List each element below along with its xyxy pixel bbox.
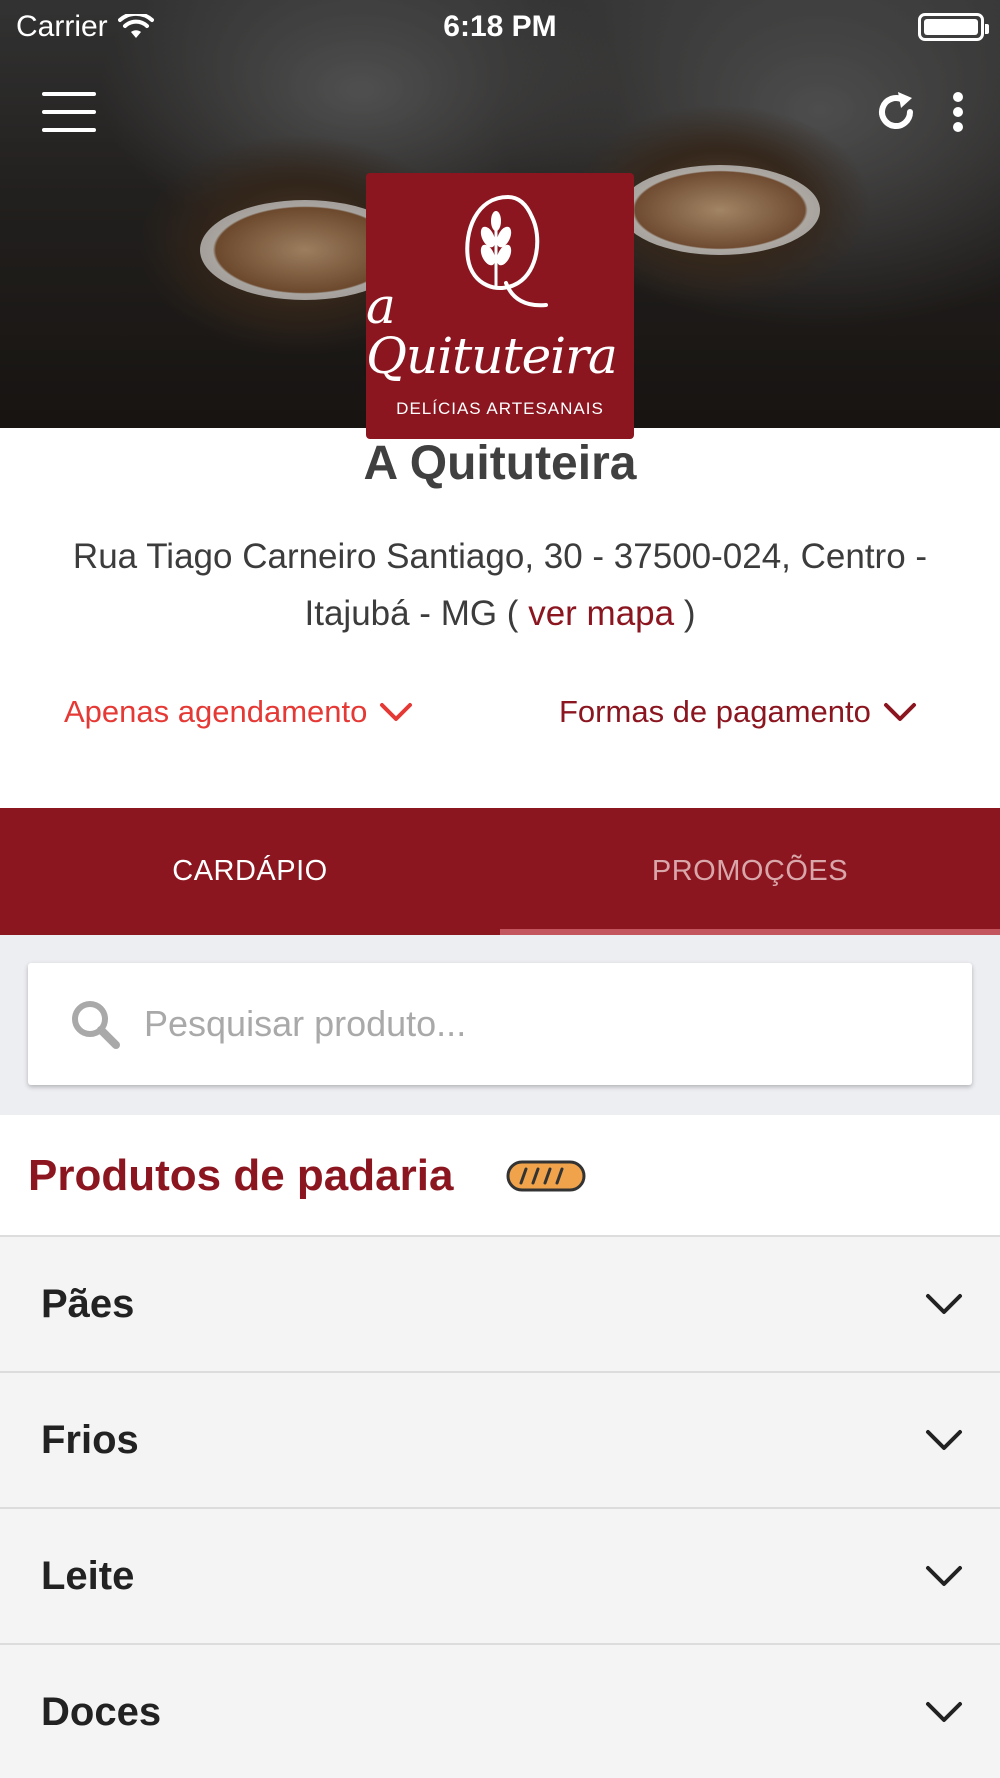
category-item-leite[interactable]: Leite bbox=[0, 1509, 1000, 1645]
more-vertical-icon[interactable] bbox=[948, 88, 968, 136]
carrier-label: Carrier bbox=[16, 10, 108, 43]
store-address: Rua Tiago Carneiro Santiago, 30 - 37500-… bbox=[20, 528, 980, 642]
address-text: Rua Tiago Carneiro Santiago, 30 - 37500-… bbox=[72, 537, 928, 633]
hamburger-menu-icon[interactable] bbox=[42, 92, 96, 132]
view-map-link[interactable]: ver mapa bbox=[528, 594, 674, 633]
chevron-down-icon bbox=[926, 1566, 962, 1586]
category-list: Pães Frios Leite Doces bbox=[0, 1237, 1000, 1778]
address-close: ) bbox=[683, 594, 696, 633]
wifi-icon bbox=[117, 14, 154, 38]
status-bar: Carrier 6:18 PM bbox=[0, 0, 1000, 54]
search-icon bbox=[72, 1001, 120, 1049]
chevron-down-icon bbox=[926, 1294, 962, 1314]
logo-tagline: DELÍCIAS ARTESANAIS bbox=[396, 399, 604, 418]
category-label: Frios bbox=[41, 1417, 139, 1462]
schedule-only-label: Apenas agendamento bbox=[64, 694, 368, 729]
store-logo: a Quituteira DELÍCIAS ARTESANAIS bbox=[366, 173, 634, 439]
category-item-paes[interactable]: Pães bbox=[0, 1237, 1000, 1373]
search-box bbox=[28, 963, 972, 1085]
chevron-down-icon bbox=[926, 1430, 962, 1450]
chevron-down-icon bbox=[926, 1702, 962, 1722]
category-label: Leite bbox=[41, 1553, 135, 1598]
search-input[interactable] bbox=[144, 1003, 924, 1045]
section-title: Produtos de padaria bbox=[28, 1151, 454, 1200]
store-name: A Quituteira bbox=[363, 437, 637, 490]
wheat-q-logo-icon bbox=[465, 194, 548, 308]
category-label: Doces bbox=[41, 1689, 162, 1734]
category-section-header: Produtos de padaria bbox=[0, 1115, 1000, 1237]
battery-icon bbox=[918, 13, 989, 41]
tab-bar: CARDÁPIO PROMOÇÕES bbox=[0, 808, 1000, 935]
refresh-icon[interactable] bbox=[872, 88, 920, 136]
chevron-down-icon bbox=[380, 703, 413, 721]
tab-promocoes[interactable]: PROMOÇÕES bbox=[500, 808, 1000, 935]
bread-icon bbox=[506, 1160, 586, 1192]
category-item-frios[interactable]: Frios bbox=[0, 1373, 1000, 1509]
payment-methods-label: Formas de pagamento bbox=[559, 694, 871, 729]
payment-methods-toggle[interactable]: Formas de pagamento bbox=[559, 694, 917, 730]
chevron-down-icon bbox=[883, 703, 916, 721]
search-area bbox=[0, 935, 1000, 1115]
schedule-only-toggle[interactable]: Apenas agendamento bbox=[64, 694, 413, 730]
category-item-doces[interactable]: Doces bbox=[0, 1645, 1000, 1778]
category-label: Pães bbox=[41, 1281, 135, 1326]
tab-cardapio[interactable]: CARDÁPIO bbox=[0, 808, 500, 935]
